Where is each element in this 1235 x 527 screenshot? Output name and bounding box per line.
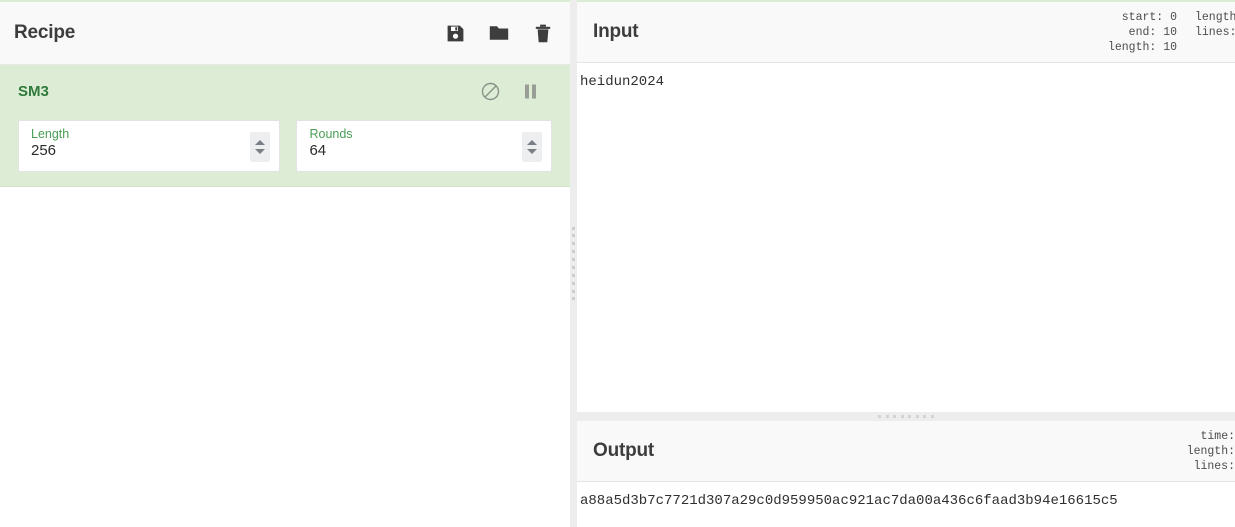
input-end-stat: end: 10 (1108, 25, 1177, 40)
arg-rounds-stepper[interactable] (522, 132, 542, 162)
output-textarea[interactable]: a88a5d3b7c7721d307a29c0d959950ac921ac7da… (577, 482, 1235, 527)
grip-dot (572, 273, 575, 277)
grip-dot (923, 415, 927, 418)
chevron-up-icon[interactable] (527, 140, 537, 145)
load-recipe-button[interactable] (488, 21, 510, 45)
output-text-line: a88a5d3b7c7721d307a29c0d959950ac921ac7da… (580, 493, 1118, 509)
grip-dot (572, 242, 575, 246)
output-time-label: time: (1200, 429, 1235, 443)
operation-sm3[interactable]: SM3 Length 256 Rounds 64 (0, 65, 570, 187)
circle-slash-icon[interactable] (480, 81, 500, 101)
grip-dot (900, 415, 904, 418)
output-lines-label: lines: (1193, 459, 1235, 473)
grip-dot (572, 250, 575, 254)
input-start-stat: start: 0 (1108, 10, 1177, 25)
input-stats: start: 0 end: 10 length: 10 lengt lines: (1108, 10, 1235, 55)
cyberchef-app: Recipe SM3 Length 256 Rounds 64 Input st… (0, 0, 1235, 527)
grip-dot (572, 297, 575, 301)
arg-length[interactable]: Length 256 (18, 120, 281, 172)
chevron-up-icon[interactable] (255, 140, 266, 145)
output-stats: time: length: lines: (1187, 429, 1235, 474)
splitter-grip (572, 226, 575, 301)
recipe-title-bar: Recipe (0, 2, 570, 65)
save-recipe-button[interactable] (444, 21, 466, 45)
input-start-value: 0 (1170, 10, 1177, 24)
grip-dot (885, 415, 889, 418)
grip-dot (572, 289, 575, 293)
operation-title: SM3 (18, 82, 49, 100)
output-pane: Output time: length: lines: a88a5d3b7c77… (577, 421, 1235, 527)
clear-recipe-button[interactable] (532, 21, 554, 45)
input-title-bar: Input start: 0 end: 10 length: 10 lengt … (577, 2, 1235, 63)
operation-icons (480, 81, 554, 101)
arg-length-value[interactable]: 256 (31, 142, 246, 160)
input-secondary-lines-label: lines: (1195, 25, 1235, 39)
operation-arguments: Length 256 Rounds 64 (0, 107, 570, 172)
grip-dot (878, 415, 881, 418)
input-stats-primary: start: 0 end: 10 length: 10 (1108, 10, 1177, 55)
chevron-down-icon[interactable] (527, 149, 537, 154)
splitter-grip (878, 415, 934, 418)
grip-dot (572, 234, 575, 238)
input-textarea[interactable]: heidun2024 (577, 63, 1235, 412)
arg-length-stepper[interactable] (250, 132, 271, 162)
grip-dot (572, 281, 575, 285)
input-length-stat: length: 10 (1108, 40, 1177, 55)
arg-rounds[interactable]: Rounds 64 (296, 120, 552, 172)
input-length-value: 10 (1163, 40, 1177, 54)
grip-dot (930, 415, 934, 418)
input-start-label: start: (1121, 10, 1164, 24)
grip-dot (572, 258, 575, 261)
chevron-down-icon[interactable] (255, 149, 266, 154)
output-title-bar: Output time: length: lines: (577, 421, 1235, 482)
input-secondary-length-label: length: (1195, 10, 1235, 24)
input-end-value: 10 (1163, 25, 1177, 39)
output-length-label: length: (1186, 444, 1235, 458)
grip-dot (908, 415, 912, 418)
recipe-pane-title: Recipe (14, 22, 76, 43)
input-output-splitter[interactable] (577, 412, 1235, 421)
recipe-io-splitter[interactable] (570, 0, 577, 527)
pause-icon[interactable] (520, 81, 540, 101)
grip-dot (915, 415, 919, 418)
grip-dot (572, 226, 575, 230)
input-pane: Input start: 0 end: 10 length: 10 lengt … (577, 0, 1235, 412)
output-pane-title: Output (593, 440, 655, 461)
input-pane-title: Input (593, 21, 639, 42)
input-end-label: end: (1128, 25, 1157, 39)
io-column: Input start: 0 end: 10 length: 10 lengt … (577, 0, 1235, 527)
grip-dot (572, 265, 575, 269)
arg-rounds-label: Rounds (309, 127, 353, 141)
arg-rounds-value[interactable]: 64 (309, 142, 517, 160)
recipe-drop-area[interactable] (0, 187, 570, 527)
recipe-controls (444, 21, 554, 45)
grip-dot (893, 415, 897, 418)
recipe-pane: Recipe SM3 Length 256 Rounds 64 (0, 0, 570, 527)
arg-length-label: Length (31, 127, 70, 141)
input-stats-secondary: length: lines: (1195, 10, 1235, 40)
input-text-line: heidun2024 (580, 74, 665, 90)
input-length-label: length: (1107, 40, 1157, 54)
output-stats-labels: time: length: lines: (1187, 429, 1235, 474)
operation-header: SM3 (0, 65, 570, 107)
